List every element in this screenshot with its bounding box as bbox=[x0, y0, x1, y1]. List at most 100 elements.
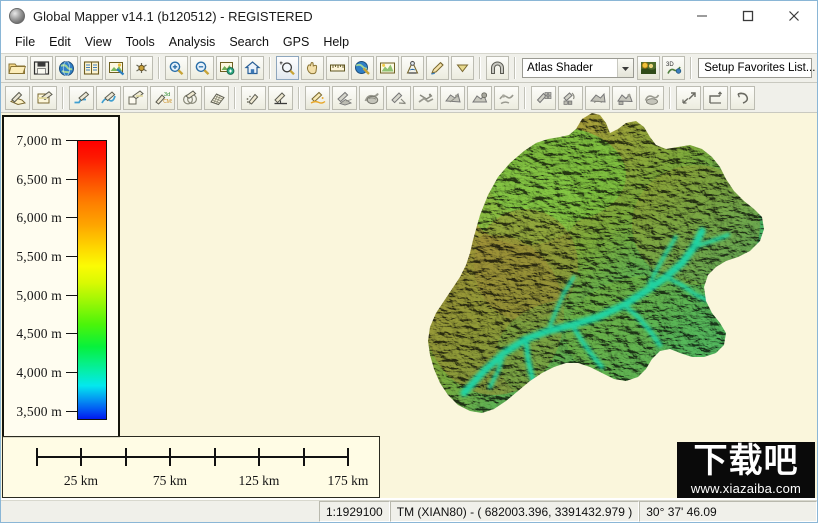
create-point-icon[interactable] bbox=[241, 85, 266, 110]
create-vertex-icon[interactable] bbox=[268, 85, 293, 110]
rotate-features-icon[interactable] bbox=[386, 85, 411, 110]
3d-view-icon[interactable]: 3D bbox=[662, 56, 686, 80]
toolbar-separator bbox=[62, 86, 64, 109]
pan-hand-icon[interactable] bbox=[300, 56, 324, 80]
measure-ruler-icon[interactable] bbox=[325, 56, 349, 80]
create-curve-icon[interactable] bbox=[96, 85, 121, 110]
title-bar: Global Mapper v14.1 (b120512) - REGISTER… bbox=[1, 1, 817, 31]
measure-angle-icon[interactable] bbox=[703, 85, 728, 110]
save-disk-icon[interactable] bbox=[30, 56, 54, 80]
legend-tick bbox=[66, 333, 77, 334]
status-bar: 1:1929100 TM (XIAN80) - ( 682003.396, 33… bbox=[1, 500, 817, 522]
chevron-down-icon[interactable] bbox=[617, 59, 634, 77]
convert-features-icon[interactable] bbox=[639, 85, 664, 110]
create-square-icon[interactable] bbox=[123, 85, 148, 110]
digitizer-create-area-icon[interactable] bbox=[5, 85, 30, 110]
elevation-legend-panel: 7,000 m 6,500 m 6,000 m 5,500 m 5,000 m … bbox=[2, 115, 120, 438]
attribute-edit-icon[interactable] bbox=[558, 85, 583, 110]
menu-item-analysis[interactable]: Analysis bbox=[162, 33, 223, 51]
legend-tick bbox=[66, 411, 77, 412]
close-button[interactable] bbox=[771, 1, 817, 31]
create-line-icon[interactable] bbox=[69, 85, 94, 110]
scale-bar-line bbox=[36, 456, 348, 458]
draw-highlight-icon[interactable] bbox=[305, 85, 330, 110]
scale-label-125km: 125 km bbox=[238, 473, 280, 488]
scale-bar-tick bbox=[80, 448, 82, 466]
legend-tick bbox=[66, 295, 77, 296]
scale-bar-tick bbox=[125, 448, 127, 466]
menu-item-help[interactable]: Help bbox=[316, 33, 356, 51]
favorites-field[interactable]: Setup Favorites List... bbox=[698, 58, 815, 78]
toolbar-separator bbox=[669, 86, 671, 109]
zoom-out-icon[interactable] bbox=[190, 56, 214, 80]
elevation-color-ramp bbox=[77, 140, 107, 420]
menu-item-search[interactable]: Search bbox=[222, 33, 276, 51]
watermark-url-text: www.xiazaiba.com bbox=[690, 481, 802, 496]
shader-options-icon[interactable] bbox=[637, 56, 661, 80]
create-3d-path-icon[interactable]: 3dCMS bbox=[150, 85, 175, 110]
undo-arrow-icon[interactable] bbox=[676, 85, 701, 110]
menu-item-edit[interactable]: Edit bbox=[42, 33, 78, 51]
scale-features-icon[interactable] bbox=[413, 85, 438, 110]
view-shed-icon[interactable] bbox=[401, 56, 425, 80]
toolbar-separator bbox=[268, 57, 271, 79]
toolbar-separator bbox=[479, 57, 482, 79]
globe-icon[interactable] bbox=[55, 56, 79, 80]
crop-features-icon[interactable] bbox=[494, 85, 519, 110]
zoom-to-layer-icon[interactable] bbox=[215, 56, 239, 80]
menu-item-tools[interactable]: Tools bbox=[119, 33, 162, 51]
3d-path-arch-icon[interactable] bbox=[486, 56, 510, 80]
combine-features-icon[interactable] bbox=[440, 85, 465, 110]
open-folder-icon[interactable] bbox=[5, 56, 29, 80]
split-features-icon[interactable] bbox=[467, 85, 492, 110]
legend-tick bbox=[66, 217, 77, 218]
digitizer-create-rect-icon[interactable] bbox=[32, 85, 57, 110]
feature-info-icon[interactable] bbox=[350, 56, 374, 80]
home-zoom-full-icon[interactable] bbox=[240, 56, 264, 80]
configure-icon[interactable] bbox=[105, 56, 129, 80]
toolbar-separator bbox=[234, 86, 236, 109]
toolbar-separator bbox=[524, 86, 526, 109]
menu-item-file[interactable]: File bbox=[8, 33, 42, 51]
shader-combo[interactable]: Atlas Shader bbox=[522, 58, 635, 78]
scale-bar-tick bbox=[258, 448, 260, 466]
zoom-select-tool-icon[interactable] bbox=[275, 56, 299, 80]
create-circle-icon[interactable] bbox=[177, 85, 202, 110]
legend-tick bbox=[66, 372, 77, 373]
menu-item-view[interactable]: View bbox=[78, 33, 119, 51]
legend-tick bbox=[66, 140, 77, 141]
zoom-in-icon[interactable] bbox=[165, 56, 189, 80]
status-projection: TM (XIAN80) - ( 682003.396, 3391432.979 … bbox=[389, 501, 640, 522]
shader-combo-value: Atlas Shader bbox=[527, 62, 594, 74]
map-canvas[interactable]: 7,000 m 6,500 m 6,000 m 5,500 m 5,000 m … bbox=[1, 113, 817, 498]
maximize-button[interactable] bbox=[725, 1, 771, 31]
copy-features-icon[interactable] bbox=[585, 85, 610, 110]
scale-bar-tick bbox=[169, 448, 171, 466]
toolbar-separator bbox=[158, 57, 161, 79]
move-features-icon[interactable] bbox=[359, 85, 384, 110]
scale-bar-tick bbox=[214, 448, 216, 466]
map-scale-bar: 25 km 75 km 125 km 175 km bbox=[2, 436, 380, 498]
legend-label-4000: 4,000 m bbox=[16, 365, 62, 380]
status-spacer bbox=[1, 501, 319, 522]
menu-bar: File Edit View Tools Analysis Search GPS… bbox=[1, 31, 817, 53]
edit-features-icon[interactable] bbox=[332, 85, 357, 110]
scale-label-75km: 75 km bbox=[152, 473, 188, 488]
menu-item-gps[interactable]: GPS bbox=[276, 33, 316, 51]
spider-tools-icon[interactable] bbox=[130, 56, 154, 80]
path-profile-icon[interactable] bbox=[375, 56, 400, 80]
site-watermark: 下载吧 www.xiazaiba.com bbox=[677, 442, 815, 498]
minimize-button[interactable] bbox=[679, 1, 725, 31]
overlay-control-center-icon[interactable] bbox=[80, 56, 104, 80]
digitizer-edit-icon[interactable] bbox=[426, 56, 450, 80]
chevron-down-icon[interactable] bbox=[451, 56, 475, 80]
redo-arrow-icon[interactable] bbox=[730, 85, 755, 110]
scale-bar-tick bbox=[347, 448, 349, 466]
advanced-features-icon[interactable] bbox=[531, 85, 556, 110]
legend-label-7000: 7,000 m bbox=[16, 133, 62, 148]
scale-label-175km: 175 km bbox=[327, 473, 369, 488]
create-grid-icon[interactable] bbox=[204, 85, 229, 110]
delete-features-icon[interactable] bbox=[612, 85, 637, 110]
app-globe-icon bbox=[9, 8, 25, 24]
svg-text:3d: 3d bbox=[164, 92, 170, 98]
